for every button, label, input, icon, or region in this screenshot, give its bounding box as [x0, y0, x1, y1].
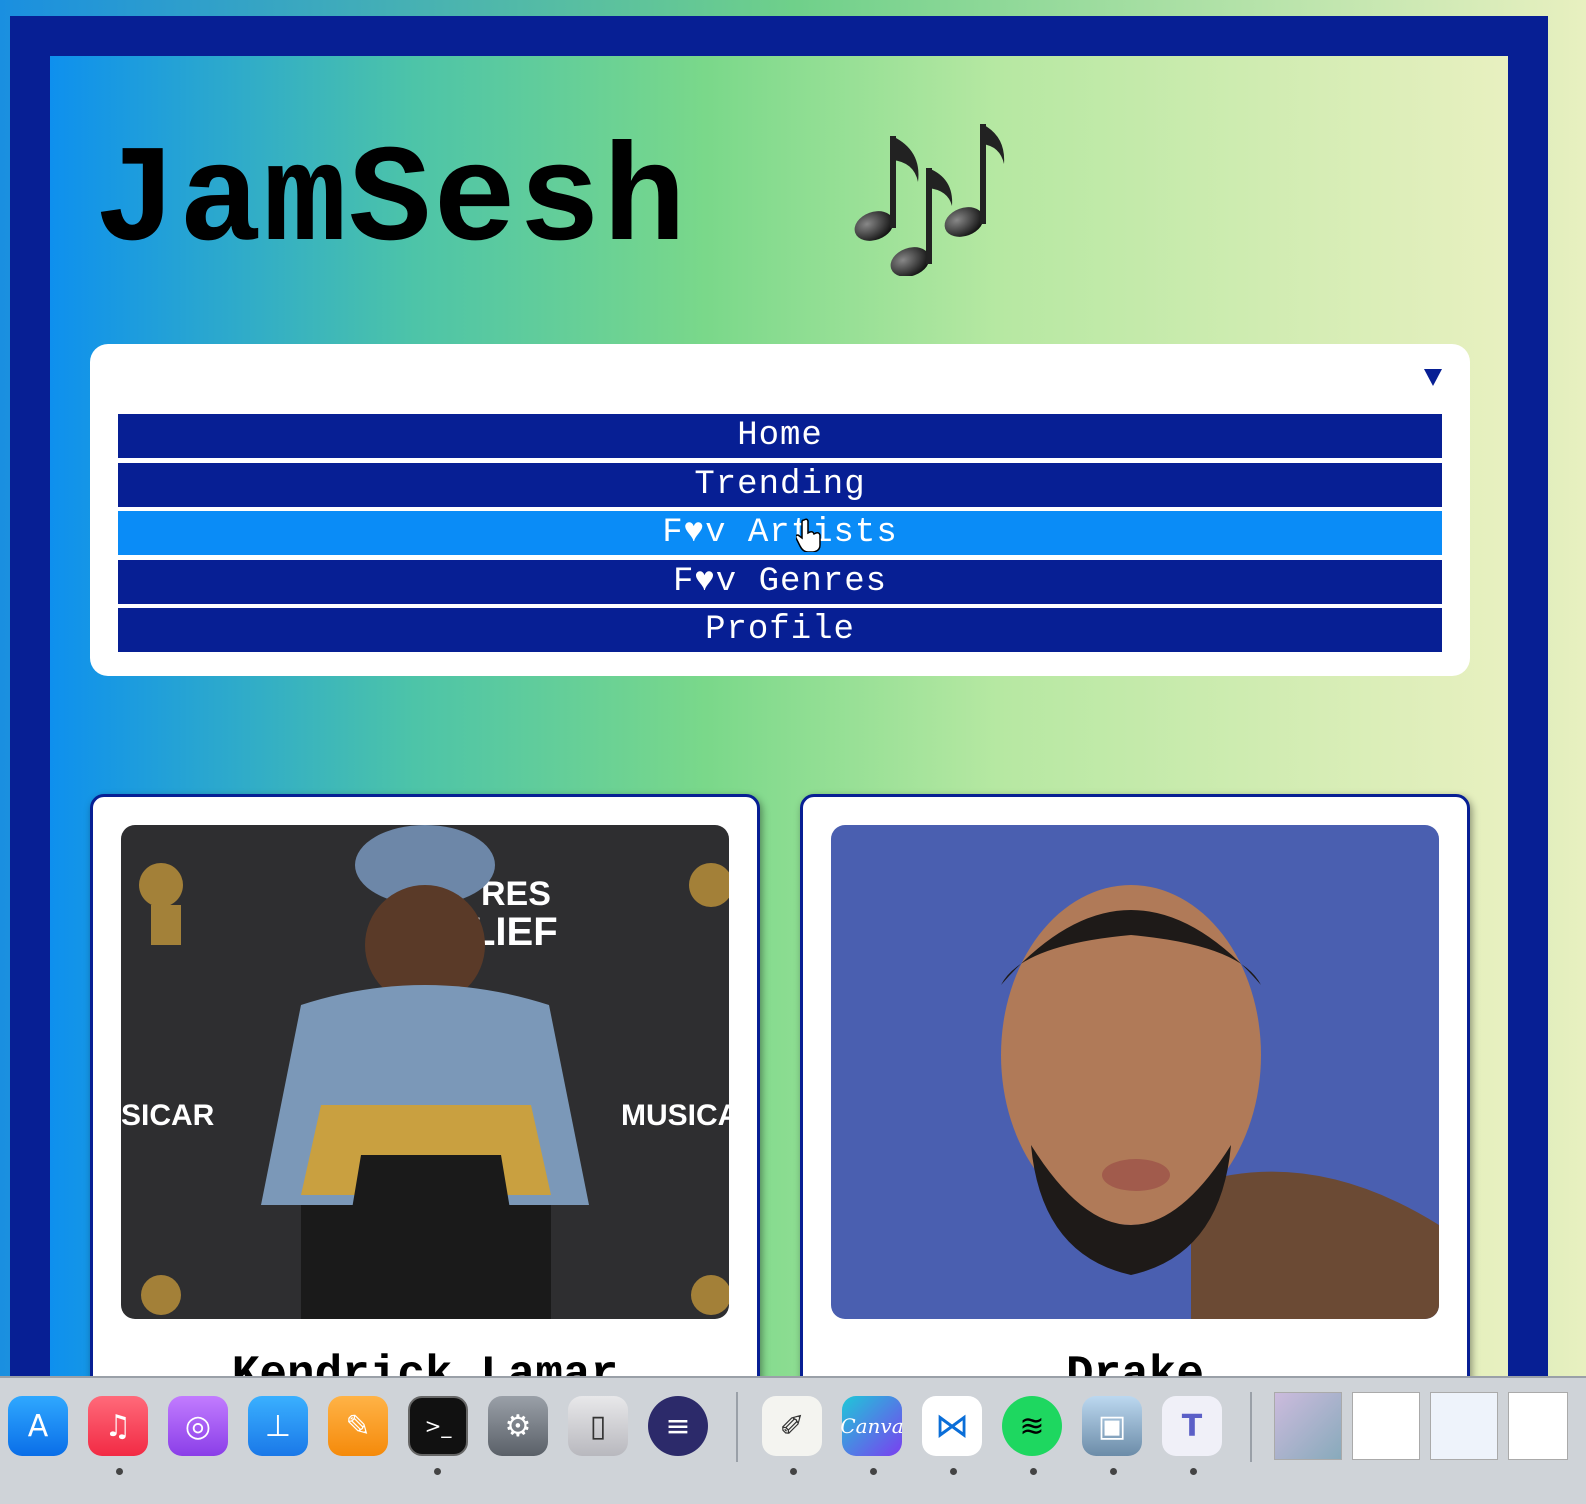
- window-thumbnail[interactable]: [1430, 1392, 1498, 1460]
- running-indicator: [1030, 1468, 1037, 1475]
- running-indicator: [434, 1468, 441, 1475]
- window-thumbnail[interactable]: [1274, 1392, 1342, 1460]
- dock: A ♫ ◎ ⊥ ✎ >_ ⚙ ▯ ≡ ✐ Canva ⋈ ≋ ▣ T: [0, 1376, 1586, 1504]
- nav-item-fav-artists[interactable]: F♥v Artists: [118, 511, 1442, 555]
- triangle-down-icon[interactable]: [1422, 366, 1444, 388]
- page: JamSesh Home Trending F♥v Artists F♥v Ge…: [50, 56, 1508, 1376]
- iphone-icon[interactable]: ▯: [568, 1396, 628, 1456]
- spotify-icon[interactable]: ≋: [1002, 1396, 1062, 1456]
- artist-name: Drake: [1065, 1349, 1205, 1376]
- artist-photo: RES LIEF SICAR MUSICA: [121, 825, 729, 1319]
- running-indicator: [950, 1468, 957, 1475]
- eclipse-icon[interactable]: ≡: [648, 1396, 708, 1456]
- app-store-icon[interactable]: A: [8, 1396, 68, 1456]
- settings-icon[interactable]: ⚙: [488, 1396, 548, 1456]
- nav-menu-list: Home Trending F♥v Artists F♥v Genres Pro…: [118, 414, 1442, 657]
- music-icon[interactable]: ♫: [88, 1396, 148, 1456]
- artist-photo: [831, 825, 1439, 1319]
- teams-icon[interactable]: T: [1162, 1396, 1222, 1456]
- nav-item-fav-genres[interactable]: F♥v Genres: [118, 559, 1442, 604]
- page-title: JamSesh: [94, 125, 688, 281]
- running-indicator: [116, 1468, 123, 1475]
- artist-name: Kendrick Lamar: [231, 1349, 619, 1376]
- vscode-icon[interactable]: ⋈: [922, 1396, 982, 1456]
- running-indicator: [790, 1468, 797, 1475]
- artist-card[interactable]: RES LIEF SICAR MUSICA Kendrick Lamar: [90, 794, 760, 1376]
- svg-text:RES: RES: [481, 875, 551, 913]
- dock-separator: [736, 1392, 738, 1462]
- running-indicator: [1110, 1468, 1117, 1475]
- nav-item-profile[interactable]: Profile: [118, 608, 1442, 652]
- dock-separator: [1250, 1392, 1252, 1462]
- window-thumbnail[interactable]: [1508, 1392, 1568, 1460]
- nav-item-home[interactable]: Home: [118, 414, 1442, 458]
- textedit-icon[interactable]: ✐: [762, 1396, 822, 1456]
- window-thumbnail[interactable]: [1352, 1392, 1420, 1460]
- nav-menu: Home Trending F♥v Artists F♥v Genres Pro…: [90, 344, 1470, 676]
- svg-text:SICAR: SICAR: [121, 1099, 215, 1132]
- nav-item-trending[interactable]: Trending: [118, 462, 1442, 507]
- preview-icon[interactable]: ▣: [1082, 1396, 1142, 1456]
- hand-cursor-icon: [796, 518, 821, 552]
- running-indicator: [1190, 1468, 1197, 1475]
- musical-notes-icon: [854, 124, 1005, 276]
- artist-card[interactable]: Drake: [800, 794, 1470, 1376]
- canva-icon[interactable]: Canva: [840, 1396, 904, 1456]
- terminal-icon[interactable]: >_: [408, 1396, 468, 1456]
- svg-text:MUSICA: MUSICA: [621, 1099, 729, 1132]
- pages-icon[interactable]: ✎: [328, 1396, 388, 1456]
- running-indicator: [870, 1468, 877, 1475]
- podcasts-icon[interactable]: ◎: [168, 1396, 228, 1456]
- keynote-icon[interactable]: ⊥: [248, 1396, 308, 1456]
